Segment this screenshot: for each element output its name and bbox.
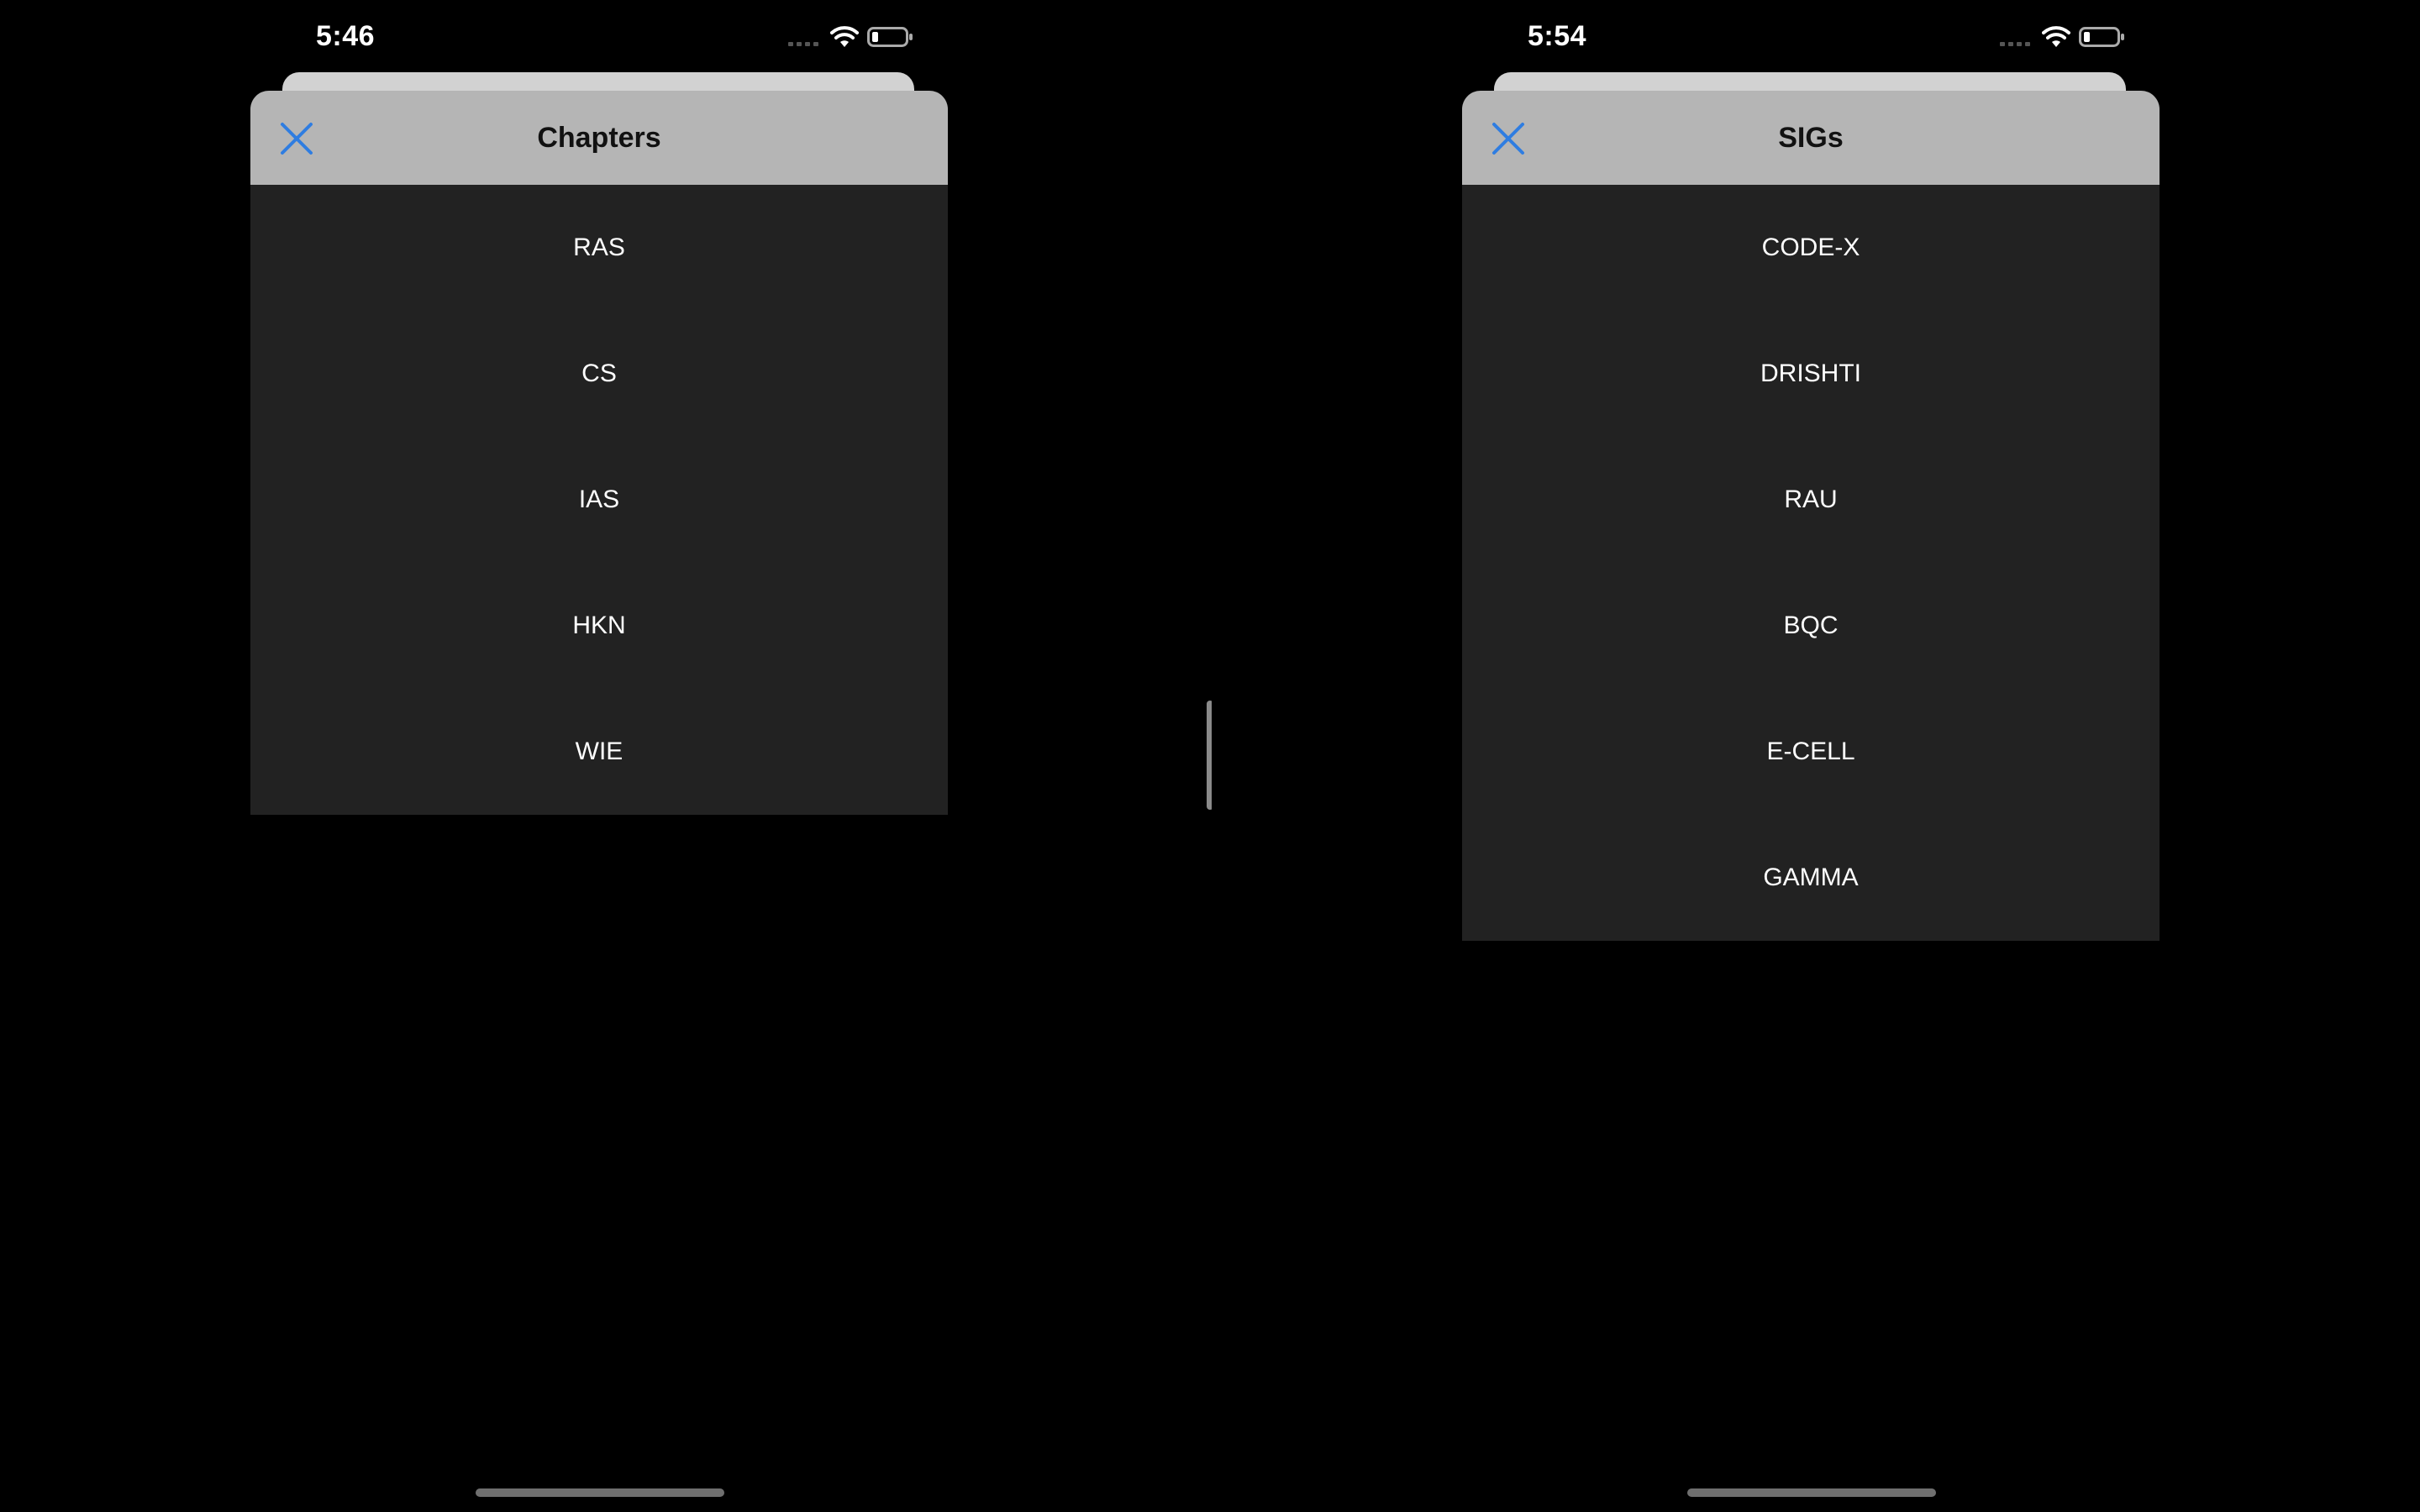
list-item[interactable]: HKN (250, 563, 948, 689)
list-item[interactable]: RAU (1462, 437, 2160, 563)
home-indicator[interactable] (476, 1488, 724, 1497)
battery-icon (867, 27, 913, 47)
sheet-header: SIGs (1462, 91, 2160, 185)
list-item[interactable]: RAS (250, 185, 948, 311)
chapters-sheet: Chapters RAS CS IAS HKN WIE (250, 91, 948, 815)
status-bar-time: 5:46 (316, 20, 376, 52)
sigs-sheet: SIGs CODE-X DRISHTI RAU BQC E-CELL GAMMA (1462, 91, 2160, 941)
sheet-header: Chapters (250, 91, 948, 185)
status-bar-icons (2000, 24, 2126, 50)
right-screen: 5:54 SIGs CODE-X DRISHTI RAU BQC E-CELL … (1212, 0, 2420, 1512)
sheet-title: Chapters (537, 122, 661, 154)
cellular-signal-icon (2000, 42, 2030, 46)
wifi-icon (830, 26, 859, 47)
list-item[interactable]: IAS (250, 437, 948, 563)
left-screen: 5:46 Chapters RAS CS IAS HKN WIE (0, 0, 1208, 1512)
sigs-list: CODE-X DRISHTI RAU BQC E-CELL GAMMA (1462, 185, 2160, 941)
list-item[interactable]: GAMMA (1462, 815, 2160, 941)
status-bar-time: 5:54 (1528, 20, 1587, 52)
list-item[interactable]: E-CELL (1462, 689, 2160, 815)
home-indicator[interactable] (1687, 1488, 1936, 1497)
list-item[interactable]: CS (250, 311, 948, 437)
status-bar-icons (788, 24, 914, 50)
list-item[interactable]: WIE (250, 689, 948, 815)
cellular-signal-icon (788, 42, 818, 46)
sheet-title: SIGs (1778, 122, 1844, 154)
list-item[interactable]: BQC (1462, 563, 2160, 689)
battery-icon (2079, 27, 2124, 47)
list-item[interactable]: CODE-X (1462, 185, 2160, 311)
list-item[interactable]: DRISHTI (1462, 311, 2160, 437)
chapters-list: RAS CS IAS HKN WIE (250, 185, 948, 815)
wifi-icon (2042, 26, 2070, 47)
